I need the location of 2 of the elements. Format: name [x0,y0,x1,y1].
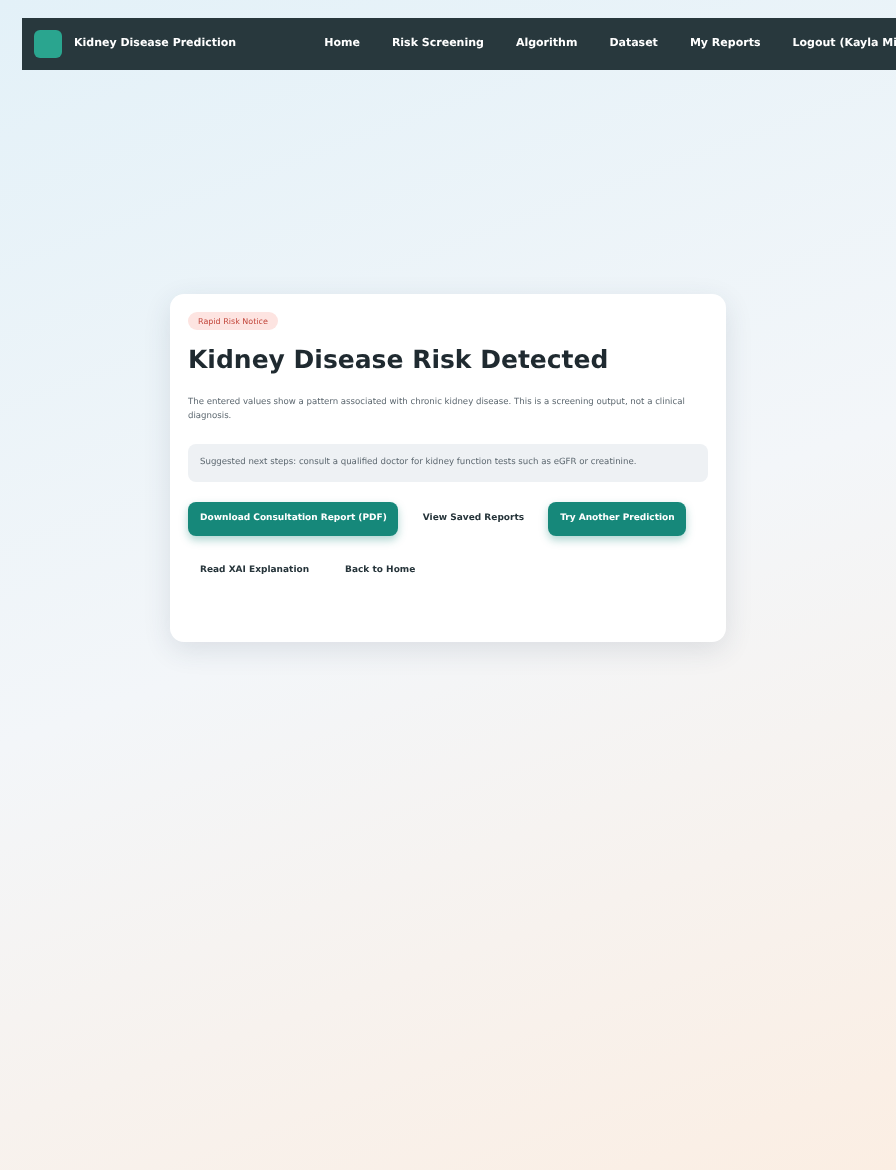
logo-icon [34,30,62,58]
result-title: Kidney Disease Risk Detected [188,344,609,374]
